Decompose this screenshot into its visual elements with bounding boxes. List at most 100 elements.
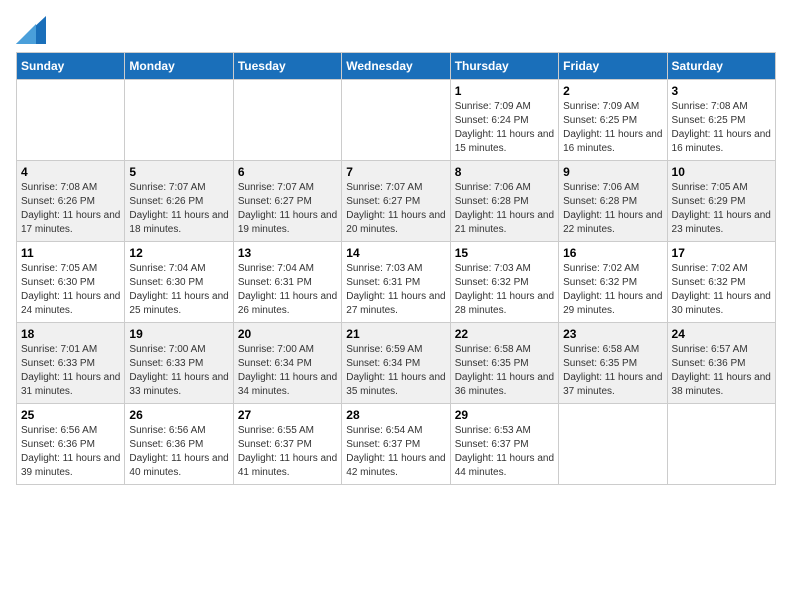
weekday-header: Friday [559,53,667,80]
day-number: 17 [672,246,771,260]
calendar-cell: 5 Sunrise: 7:07 AM Sunset: 6:26 PM Daylig… [125,161,233,242]
day-number: 14 [346,246,445,260]
calendar-cell: 8Sunrise: 7:06 AM Sunset: 6:28 PM Daylig… [450,161,558,242]
day-info: Sunrise: 7:00 AM Sunset: 6:33 PM Dayligh… [129,343,228,399]
day-number: 25 [21,408,120,422]
calendar-cell: 3 Sunrise: 7:08 AM Sunset: 6:25 PM Daylig… [667,80,775,161]
weekday-header: Saturday [667,53,775,80]
day-number: 23 [563,327,662,341]
day-number: 26 [129,408,228,422]
day-number: 10 [672,165,771,179]
calendar-cell: 23Sunrise: 6:58 AM Sunset: 6:35 PM Dayli… [559,323,667,404]
day-info: Sunrise: 6:54 AM Sunset: 6:37 PM Dayligh… [346,424,445,480]
day-number: 3 [672,84,771,98]
calendar-cell [17,80,125,161]
calendar-cell: 11 Sunrise: 7:05 AM Sunset: 6:30 PM Dayli… [17,242,125,323]
calendar-cell [559,404,667,485]
calendar-cell: 22 Sunrise: 6:58 AM Sunset: 6:35 PM Dayli… [450,323,558,404]
calendar-cell: 26 Sunrise: 6:56 AM Sunset: 6:36 PM Dayli… [125,404,233,485]
day-number: 6 [238,165,337,179]
calendar-cell: 28 Sunrise: 6:54 AM Sunset: 6:37 PM Dayli… [342,404,450,485]
day-info: Sunrise: 6:59 AM Sunset: 6:34 PM Dayligh… [346,343,445,399]
calendar-cell: 21Sunrise: 6:59 AM Sunset: 6:34 PM Dayli… [342,323,450,404]
day-info: Sunrise: 6:56 AM Sunset: 6:36 PM Dayligh… [21,424,120,480]
day-info: Sunrise: 7:04 AM Sunset: 6:31 PM Dayligh… [238,262,337,318]
day-info: Sunrise: 7:00 AM Sunset: 6:34 PM Dayligh… [238,343,337,399]
calendar-cell: 17 Sunrise: 7:02 AM Sunset: 6:32 PM Dayli… [667,242,775,323]
calendar-cell: 12 Sunrise: 7:04 AM Sunset: 6:30 PM Dayli… [125,242,233,323]
page-header [16,16,776,44]
day-number: 5 [129,165,228,179]
day-number: 20 [238,327,337,341]
calendar-cell [125,80,233,161]
day-info: Sunrise: 7:06 AM Sunset: 6:28 PM Dayligh… [455,181,554,237]
calendar-cell: 10Sunrise: 7:05 AM Sunset: 6:29 PM Dayli… [667,161,775,242]
calendar-cell: 4 Sunrise: 7:08 AM Sunset: 6:26 PM Daylig… [17,161,125,242]
weekday-header-row: SundayMondayTuesdayWednesdayThursdayFrid… [17,53,776,80]
calendar-cell: 16 Sunrise: 7:02 AM Sunset: 6:32 PM Dayli… [559,242,667,323]
calendar-week-row: 25 Sunrise: 6:56 AM Sunset: 6:36 PM Dayli… [17,404,776,485]
day-number: 16 [563,246,662,260]
day-number: 19 [129,327,228,341]
logo [16,16,50,44]
weekday-header: Sunday [17,53,125,80]
day-number: 28 [346,408,445,422]
calendar-week-row: 1 Sunrise: 7:09 AM Sunset: 6:24 PM Daylig… [17,80,776,161]
calendar-cell [233,80,341,161]
day-number: 11 [21,246,120,260]
calendar-cell: 2 Sunrise: 7:09 AM Sunset: 6:25 PM Daylig… [559,80,667,161]
calendar-cell: 6 Sunrise: 7:07 AM Sunset: 6:27 PM Daylig… [233,161,341,242]
day-info: Sunrise: 7:09 AM Sunset: 6:25 PM Dayligh… [563,100,662,156]
day-number: 4 [21,165,120,179]
day-info: Sunrise: 7:07 AM Sunset: 6:26 PM Dayligh… [129,181,228,237]
logo-icon [16,16,46,44]
day-number: 12 [129,246,228,260]
day-number: 22 [455,327,554,341]
calendar-cell: 27 Sunrise: 6:55 AM Sunset: 6:37 PM Dayli… [233,404,341,485]
day-info: Sunrise: 6:56 AM Sunset: 6:36 PM Dayligh… [129,424,228,480]
day-info: Sunrise: 6:57 AM Sunset: 6:36 PM Dayligh… [672,343,771,399]
day-number: 29 [455,408,554,422]
calendar-cell: 9 Sunrise: 7:06 AM Sunset: 6:28 PM Daylig… [559,161,667,242]
day-info: Sunrise: 7:04 AM Sunset: 6:30 PM Dayligh… [129,262,228,318]
day-number: 9 [563,165,662,179]
calendar-week-row: 4 Sunrise: 7:08 AM Sunset: 6:26 PM Daylig… [17,161,776,242]
day-info: Sunrise: 7:07 AM Sunset: 6:27 PM Dayligh… [238,181,337,237]
day-info: Sunrise: 7:02 AM Sunset: 6:32 PM Dayligh… [563,262,662,318]
weekday-header: Wednesday [342,53,450,80]
calendar-table: SundayMondayTuesdayWednesdayThursdayFrid… [16,52,776,485]
calendar-cell: 7 Sunrise: 7:07 AM Sunset: 6:27 PM Daylig… [342,161,450,242]
day-info: Sunrise: 6:58 AM Sunset: 6:35 PM Dayligh… [455,343,554,399]
day-number: 18 [21,327,120,341]
calendar-cell [342,80,450,161]
calendar-cell: 18 Sunrise: 7:01 AM Sunset: 6:33 PM Dayli… [17,323,125,404]
day-info: Sunrise: 7:03 AM Sunset: 6:31 PM Dayligh… [346,262,445,318]
day-number: 24 [672,327,771,341]
day-info: Sunrise: 7:08 AM Sunset: 6:26 PM Dayligh… [21,181,120,237]
day-info: Sunrise: 6:55 AM Sunset: 6:37 PM Dayligh… [238,424,337,480]
day-info: Sunrise: 7:02 AM Sunset: 6:32 PM Dayligh… [672,262,771,318]
calendar-cell: 1 Sunrise: 7:09 AM Sunset: 6:24 PM Daylig… [450,80,558,161]
day-info: Sunrise: 6:53 AM Sunset: 6:37 PM Dayligh… [455,424,554,480]
day-info: Sunrise: 7:08 AM Sunset: 6:25 PM Dayligh… [672,100,771,156]
weekday-header: Tuesday [233,53,341,80]
calendar-cell: 25 Sunrise: 6:56 AM Sunset: 6:36 PM Dayli… [17,404,125,485]
calendar-cell: 19 Sunrise: 7:00 AM Sunset: 6:33 PM Dayli… [125,323,233,404]
calendar-cell: 24 Sunrise: 6:57 AM Sunset: 6:36 PM Dayli… [667,323,775,404]
day-info: Sunrise: 7:06 AM Sunset: 6:28 PM Dayligh… [563,181,662,237]
calendar-cell: 15Sunrise: 7:03 AM Sunset: 6:32 PM Dayli… [450,242,558,323]
calendar-cell: 13 Sunrise: 7:04 AM Sunset: 6:31 PM Dayli… [233,242,341,323]
day-number: 1 [455,84,554,98]
calendar-cell: 14 Sunrise: 7:03 AM Sunset: 6:31 PM Dayli… [342,242,450,323]
day-info: Sunrise: 7:07 AM Sunset: 6:27 PM Dayligh… [346,181,445,237]
day-number: 15 [455,246,554,260]
calendar-cell: 20 Sunrise: 7:00 AM Sunset: 6:34 PM Dayli… [233,323,341,404]
day-number: 13 [238,246,337,260]
day-info: Sunrise: 7:01 AM Sunset: 6:33 PM Dayligh… [21,343,120,399]
day-number: 2 [563,84,662,98]
calendar-cell [667,404,775,485]
day-info: Sunrise: 7:09 AM Sunset: 6:24 PM Dayligh… [455,100,554,156]
day-number: 7 [346,165,445,179]
day-number: 27 [238,408,337,422]
day-info: Sunrise: 7:05 AM Sunset: 6:30 PM Dayligh… [21,262,120,318]
